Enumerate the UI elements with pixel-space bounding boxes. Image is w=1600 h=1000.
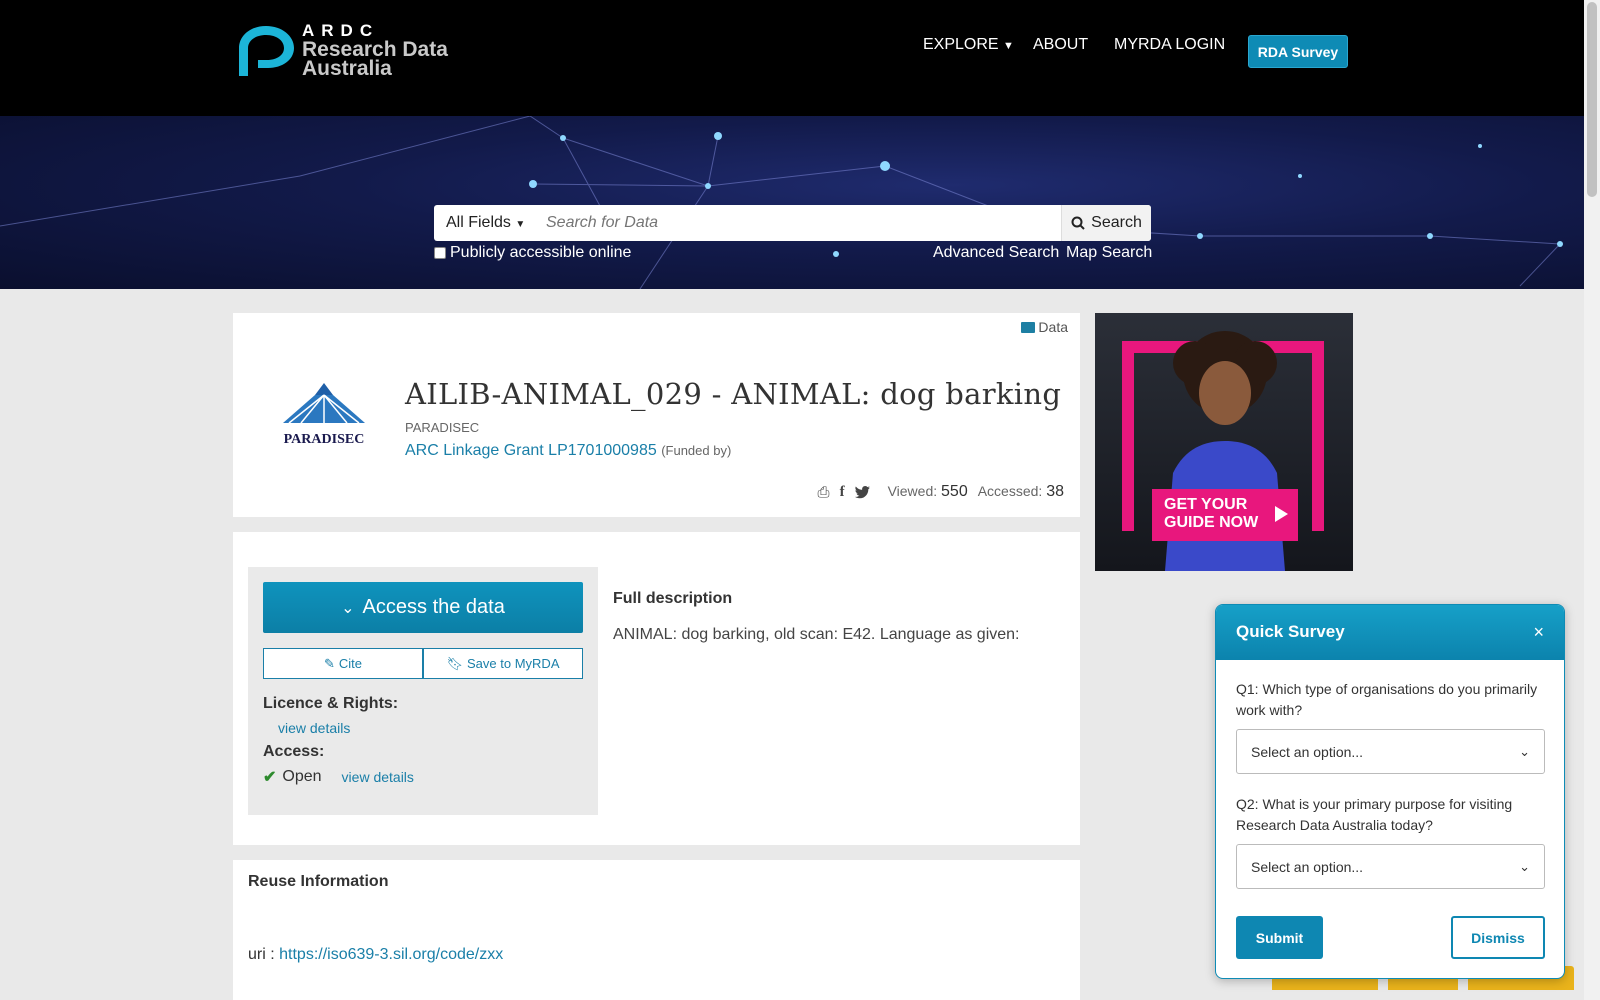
edit-icon: ✎ bbox=[323, 655, 335, 671]
network-background bbox=[0, 116, 1563, 289]
grant-link[interactable]: ARC Linkage Grant LP1701000985 bbox=[405, 442, 657, 459]
survey-title: Quick Survey bbox=[1236, 622, 1345, 641]
print-icon[interactable]: ⎙ bbox=[818, 484, 830, 501]
survey-question-1: Q1: Which type of organisations do you p… bbox=[1236, 681, 1538, 718]
survey-question-2: Q2: What is your primary purpose for vis… bbox=[1236, 796, 1513, 833]
search-bar: All Fields ▼ Search bbox=[434, 205, 1151, 241]
nav-explore[interactable]: EXPLORE ▼ bbox=[923, 36, 1014, 54]
access-status-row: ✔ Open view details bbox=[263, 767, 414, 787]
caret-down-icon: ▼ bbox=[1003, 40, 1014, 52]
nav-myrda-login[interactable]: MYRDA LOGIN bbox=[1114, 36, 1225, 54]
description-text: ANIMAL: dog barking, old scan: E42. Lang… bbox=[613, 626, 1020, 643]
record-title: AILIB-ANIMAL_029 - ANIMAL: dog barking bbox=[405, 377, 1062, 411]
play-icon bbox=[1275, 506, 1288, 522]
chevron-down-icon: ⌄ bbox=[341, 599, 355, 617]
public-access-checkbox[interactable]: Publicly accessible online bbox=[434, 244, 631, 262]
site-header: ARDC Research Data Australia EXPLORE ▼ A… bbox=[0, 0, 1584, 116]
survey-q2-select[interactable]: Select an option... ⌄ bbox=[1236, 844, 1545, 889]
check-icon: ✔ bbox=[263, 769, 277, 786]
cite-button[interactable]: ✎ Cite bbox=[263, 648, 423, 679]
share-stats-row: ⎙ f Viewed: 550 Accessed: 38 bbox=[818, 483, 1064, 501]
survey-header: Quick Survey × bbox=[1216, 605, 1564, 660]
publisher-logo: PARADISEC bbox=[281, 381, 367, 448]
page-scrollbar[interactable] bbox=[1584, 0, 1600, 1000]
funding-grant: ARC Linkage Grant LP1701000985 (Funded b… bbox=[405, 442, 731, 460]
access-label: Access: bbox=[263, 743, 325, 760]
ad-cta-button[interactable]: GET YOUR GUIDE NOW bbox=[1152, 489, 1298, 541]
record-publisher: PARADISEC bbox=[405, 420, 480, 435]
chevron-down-icon: ⌄ bbox=[1519, 859, 1530, 874]
caret-down-icon: ▼ bbox=[515, 219, 526, 230]
folder-open-icon bbox=[1021, 321, 1036, 333]
advanced-search-link[interactable]: Advanced Search bbox=[933, 244, 1059, 262]
access-data-button[interactable]: ⌄ Access the data bbox=[263, 582, 583, 633]
licence-view-details-link[interactable]: view details bbox=[278, 720, 350, 736]
reuse-information-card: Reuse Information uri : https://iso639-3… bbox=[233, 860, 1080, 1000]
reuse-title: Reuse Information bbox=[248, 873, 389, 890]
record-body-card: ⌄ Access the data ✎ Cite 🔖︎ Save to MyRD… bbox=[233, 532, 1080, 845]
nav-about[interactable]: ABOUT bbox=[1033, 36, 1088, 54]
search-input[interactable] bbox=[534, 205, 1054, 241]
search-icon bbox=[1071, 216, 1085, 230]
record-type-tag: Data bbox=[1021, 319, 1068, 335]
quick-survey-popup: Quick Survey × Q1: Which type of organis… bbox=[1215, 604, 1565, 979]
paradisec-logo-icon bbox=[283, 383, 365, 424]
bookmark-icon: 🔖︎ bbox=[446, 655, 464, 671]
description-title: Full description bbox=[613, 590, 733, 607]
survey-q1-select[interactable]: Select an option... ⌄ bbox=[1236, 729, 1545, 774]
licence-label: Licence & Rights: bbox=[263, 695, 399, 712]
search-button[interactable]: Search bbox=[1061, 205, 1151, 241]
save-to-myrda-button[interactable]: 🔖︎ Save to MyRDA bbox=[423, 648, 583, 679]
facebook-icon[interactable]: f bbox=[840, 484, 845, 501]
logo-line2: Australia bbox=[302, 57, 392, 80]
access-panel: ⌄ Access the data ✎ Cite 🔖︎ Save to MyRD… bbox=[248, 567, 598, 815]
access-view-details-link[interactable]: view details bbox=[342, 769, 414, 785]
rda-logo[interactable]: ARDC Research Data Australia bbox=[236, 22, 448, 80]
survey-submit-button[interactable]: Submit bbox=[1236, 916, 1323, 959]
logo-mark-icon bbox=[236, 22, 298, 80]
access-status: Open bbox=[282, 768, 322, 785]
rda-survey-button[interactable]: RDA Survey bbox=[1248, 35, 1348, 68]
viewed-count: 550 bbox=[941, 483, 968, 500]
accessed-label: Accessed: bbox=[977, 483, 1043, 499]
grant-note: (Funded by) bbox=[661, 443, 732, 458]
record-header-card: Data PARADISEC AILIB-ANIMAL_029 - ANIMAL… bbox=[233, 313, 1080, 517]
survey-dismiss-button[interactable]: Dismiss bbox=[1451, 916, 1545, 959]
hero-banner bbox=[0, 116, 1584, 289]
reuse-uri-link[interactable]: https://iso639-3.sil.org/code/zxx bbox=[279, 946, 503, 963]
checkbox-box[interactable] bbox=[434, 247, 446, 259]
map-search-link[interactable]: Map Search bbox=[1066, 244, 1152, 262]
twitter-icon[interactable] bbox=[854, 485, 870, 499]
scrollbar-thumb[interactable] bbox=[1587, 2, 1597, 197]
accessed-count: 38 bbox=[1046, 483, 1064, 500]
search-field-select[interactable]: All Fields ▼ bbox=[446, 214, 525, 232]
reuse-uri: uri : https://iso639-3.sil.org/code/zxx bbox=[248, 946, 504, 963]
chevron-down-icon: ⌄ bbox=[1519, 744, 1530, 759]
advertisement-banner[interactable]: GET YOUR GUIDE NOW bbox=[1095, 313, 1353, 571]
viewed-label: Viewed: bbox=[887, 483, 938, 499]
close-icon[interactable]: × bbox=[1533, 622, 1544, 643]
